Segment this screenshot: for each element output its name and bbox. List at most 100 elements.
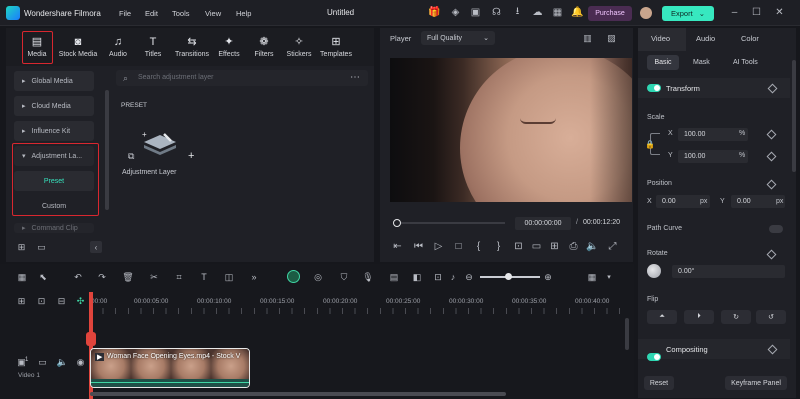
video-clip[interactable]: ▶ Woman Face Opening Eyes.mp4 - Stock V	[90, 348, 250, 388]
progress-track[interactable]	[401, 222, 505, 224]
text-tool-icon[interactable]: T	[198, 271, 210, 283]
sidebar-item-command-clip[interactable]: ▸ Command Clip	[14, 223, 94, 233]
duration-icon[interactable]: ◫	[223, 271, 235, 283]
current-time[interactable]: 00:00:00:00	[515, 217, 571, 230]
speaker-icon[interactable]: 🔈	[56, 356, 69, 369]
sidebar-scrollbar[interactable]	[105, 90, 109, 210]
tab-templates[interactable]: ⊞ Templates	[316, 36, 356, 58]
tab-stock-media[interactable]: ◙ Stock Media	[58, 36, 98, 58]
gift-icon[interactable]: 🎁	[428, 6, 441, 19]
playhead-handle[interactable]	[393, 219, 401, 227]
timeline-vscrollbar[interactable]	[625, 318, 629, 350]
rotate-cw-button[interactable]: ↻	[721, 310, 751, 324]
eye-icon[interactable]: ◉	[74, 356, 87, 369]
menu-tools[interactable]: Tools	[172, 9, 190, 18]
mark-in-icon[interactable]: {	[472, 240, 485, 253]
rotate-field[interactable]: 0.00°	[672, 265, 785, 278]
render-icon[interactable]: ⊡	[512, 240, 525, 253]
search-input[interactable]: Search adjustment layer	[138, 74, 213, 81]
rotate-ccw-button[interactable]: ↺	[756, 310, 786, 324]
prev-frame-icon[interactable]: ⇤	[391, 240, 404, 253]
grid-layout-icon[interactable]: ▦	[16, 271, 28, 283]
path-curve-toggle[interactable]	[769, 225, 783, 233]
tab-color[interactable]: Color	[741, 34, 759, 43]
rotate-dial[interactable]	[647, 264, 661, 278]
folder-track-icon[interactable]: ▭	[36, 356, 49, 369]
crop-tool-icon[interactable]: ⌗	[173, 271, 185, 283]
stop-icon[interactable]: □	[452, 240, 465, 253]
maximize-icon[interactable]: ☐	[750, 6, 763, 19]
close-icon[interactable]: ✕	[773, 6, 786, 19]
zoom-in-icon[interactable]: ⊕	[542, 271, 554, 283]
step-back-icon[interactable]: ⏮	[412, 240, 425, 253]
lock-icon[interactable]: 🔒	[645, 140, 655, 149]
link-icon[interactable]: ⊡	[35, 295, 48, 308]
menu-file[interactable]: File	[119, 9, 131, 18]
tab-stickers[interactable]: ✧ Stickers	[279, 36, 319, 58]
export-button[interactable]: Export ⌄	[662, 6, 714, 21]
split-screen-icon[interactable]: ◧	[411, 271, 423, 283]
folder-add-icon[interactable]: ⊞	[15, 241, 28, 254]
tab-titles[interactable]: T Titles	[133, 36, 173, 58]
tab-effects[interactable]: ✦ Effects	[209, 36, 249, 58]
sidebar-item-influence-kit[interactable]: ▸ Influence Kit	[14, 121, 94, 141]
zoom-slider-handle[interactable]	[505, 273, 512, 280]
layout-grid-icon[interactable]: ▦	[586, 271, 598, 283]
play-icon[interactable]: ▷	[432, 240, 445, 253]
fullscreen-icon[interactable]: ⤢	[606, 240, 619, 253]
compositing-toggle[interactable]	[647, 353, 661, 361]
tab-filters[interactable]: ❁ Filters	[244, 36, 284, 58]
minimize-icon[interactable]: –	[728, 6, 741, 19]
cut-icon[interactable]: ✂	[148, 271, 160, 283]
delete-icon[interactable]: 🗑	[122, 271, 134, 283]
grid-view-icon[interactable]: ▥	[581, 32, 594, 45]
snapshot-image-icon[interactable]: ▨	[605, 32, 618, 45]
menu-edit[interactable]: Edit	[145, 9, 158, 18]
timeline-hscrollbar[interactable]	[90, 392, 506, 396]
grid-icon[interactable]: ▦	[551, 6, 564, 19]
add-icon[interactable]: +	[188, 150, 194, 162]
tab-audio[interactable]: ♫ Audio	[98, 36, 138, 58]
headset-icon[interactable]: ☊	[490, 6, 503, 19]
snapshot-icon[interactable]: ⊡	[432, 271, 444, 283]
avatar[interactable]	[640, 7, 652, 19]
mark-out-icon[interactable]: }	[492, 240, 505, 253]
camera-icon[interactable]: ⎙	[567, 240, 580, 253]
quality-dropdown[interactable]: Full Quality ⌄	[421, 31, 495, 45]
volume-icon[interactable]: 🔈	[586, 240, 599, 253]
menu-view[interactable]: View	[205, 9, 221, 18]
subtab-mask[interactable]: Mask	[693, 59, 710, 66]
render-preview-icon[interactable]: ◎	[312, 271, 324, 283]
zoom-out-icon[interactable]: ⊖	[463, 271, 475, 283]
properties-scrollbar[interactable]	[792, 60, 796, 172]
purchase-button[interactable]: Purchase	[588, 6, 632, 21]
sidebar-item-cloud-media[interactable]: ▸ Cloud Media	[14, 96, 94, 116]
undo-icon[interactable]: ↶	[72, 271, 84, 283]
transform-toggle[interactable]	[647, 84, 661, 92]
scale-x-field[interactable]: 100.00	[678, 128, 748, 141]
marker-icon[interactable]: ⊟	[55, 295, 68, 308]
folder-icon[interactable]: ▭	[35, 241, 48, 254]
menu-help[interactable]: Help	[236, 9, 251, 18]
flip-vertical-button[interactable]: ⏶	[647, 310, 677, 324]
redo-icon[interactable]: ↷	[96, 271, 108, 283]
tab-transitions[interactable]: ⇆ Transitions	[172, 36, 212, 58]
subtab-ai-tools[interactable]: AI Tools	[733, 59, 758, 66]
shield-icon[interactable]: ⛉	[338, 271, 350, 283]
flip-horizontal-button[interactable]: ⏵	[684, 310, 714, 324]
cloud-icon[interactable]: ☁	[531, 6, 544, 19]
reset-button[interactable]: Reset	[644, 376, 674, 390]
audio-mix-icon[interactable]: ♪	[447, 271, 459, 283]
monitor-icon[interactable]: ▭	[530, 240, 543, 253]
sidebar-item-global-media[interactable]: ▸ Global Media	[14, 71, 94, 91]
add-track-icon[interactable]: ⊞	[15, 295, 28, 308]
tips-icon[interactable]: ◈	[449, 6, 462, 19]
microphone-icon[interactable]: 🎙	[362, 271, 374, 283]
subtitle-icon[interactable]: ▤	[388, 271, 400, 283]
ai-assistant-icon[interactable]	[287, 270, 300, 283]
notification-icon[interactable]: 🔔	[571, 6, 584, 19]
keyframe-panel-button[interactable]: Keyframe Panel	[725, 376, 787, 390]
playhead-marker[interactable]	[86, 332, 96, 346]
crop-icon[interactable]: ⊞	[548, 240, 561, 253]
chevron-down-icon[interactable]: ▾	[603, 271, 615, 283]
